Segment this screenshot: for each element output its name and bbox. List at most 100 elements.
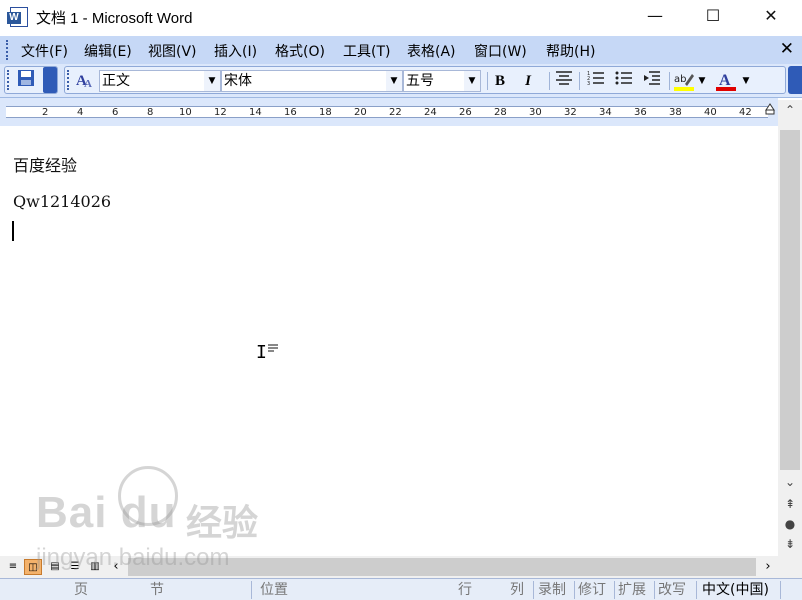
- menu-format[interactable]: 格式(O): [275, 41, 325, 61]
- formatting-grip[interactable]: [67, 70, 70, 90]
- formatting-toolbar-strip: AA 正文 ▼ 宋体 ▼ 五号 ▼ B I 123 ab ▼ A ▼: [64, 66, 786, 94]
- ruler-number: 28: [494, 107, 507, 118]
- align-center-icon[interactable]: [553, 70, 575, 92]
- toolbar-grip[interactable]: [7, 70, 10, 90]
- status-section: 节: [150, 582, 164, 598]
- ruler-number: 34: [599, 107, 612, 118]
- ruler-number: 20: [354, 107, 367, 118]
- document-page[interactable]: 百度经验 Qw1214026 I: [0, 126, 778, 556]
- menu-file[interactable]: 文件(F): [21, 41, 68, 61]
- status-bar: 页 节 位置 行 列 录制 修订 扩展 改写 中文(中国): [0, 578, 802, 600]
- status-divider: [614, 581, 615, 599]
- menu-window[interactable]: 窗口(W): [474, 41, 527, 61]
- status-column: 列: [510, 582, 524, 598]
- horizontal-scrollbar[interactable]: ≡ ◫ ▤ ☰ ▥ ‹ ›: [0, 556, 802, 578]
- word-app-icon[interactable]: W: [7, 7, 28, 27]
- menubar-grip[interactable]: [6, 40, 9, 60]
- next-page-icon[interactable]: ⇟: [778, 534, 802, 554]
- scroll-right-arrow-icon[interactable]: ›: [760, 558, 776, 576]
- ruler-number: 36: [634, 107, 647, 118]
- italic-button[interactable]: I: [517, 70, 539, 92]
- menu-tools[interactable]: 工具(T): [343, 41, 390, 61]
- toolbar-separator: [579, 72, 580, 90]
- scroll-left-arrow-icon[interactable]: ‹: [108, 558, 124, 576]
- normal-view-icon[interactable]: ≡: [4, 559, 22, 575]
- document-line[interactable]: 百度经验: [13, 152, 77, 176]
- ruler-number: 16: [284, 107, 297, 118]
- font-dropdown[interactable]: 宋体 ▼: [221, 70, 403, 92]
- save-icon[interactable]: [15, 69, 37, 91]
- highlight-dropdown-chevron-icon[interactable]: ▼: [697, 70, 707, 92]
- horizontal-ruler[interactable]: 2 4 6 8 10 12 14 16 18 20 22 24 26 28 30…: [0, 98, 778, 126]
- ruler-number: 2: [42, 107, 49, 118]
- ruler-number: 40: [704, 107, 717, 118]
- decrease-indent-icon[interactable]: [641, 70, 663, 92]
- print-layout-view-icon[interactable]: ▤: [46, 559, 64, 575]
- close-document-button[interactable]: ✕: [780, 39, 794, 59]
- numbered-list-icon[interactable]: 123: [585, 70, 607, 92]
- web-layout-view-icon[interactable]: ◫: [24, 559, 42, 575]
- menu-help[interactable]: 帮助(H): [546, 41, 595, 61]
- scroll-down-arrow-icon[interactable]: ⌄: [778, 472, 802, 492]
- style-dropdown[interactable]: 正文 ▼: [99, 70, 221, 92]
- toolbar-options-chevron-icon[interactable]: [43, 67, 57, 93]
- svg-text:A: A: [719, 72, 731, 89]
- status-track-changes[interactable]: 修订: [578, 581, 606, 599]
- document-line[interactable]: Qw1214026: [13, 192, 111, 211]
- chevron-down-icon[interactable]: ▼: [464, 71, 480, 91]
- chevron-down-icon[interactable]: ▼: [204, 71, 220, 91]
- svg-text:A: A: [84, 78, 92, 90]
- title-bar: W 文档 1 - Microsoft Word — ☐ ✕: [0, 0, 802, 34]
- status-line: 行: [458, 582, 472, 598]
- ruler-number: 18: [319, 107, 332, 118]
- outline-view-icon[interactable]: ☰: [66, 559, 84, 575]
- ruler-track: 2 4 6 8 10 12 14 16 18 20 22 24 26 28 30…: [6, 106, 768, 118]
- status-extend[interactable]: 扩展: [618, 581, 646, 599]
- svg-text:3: 3: [587, 81, 590, 86]
- font-color-dropdown-chevron-icon[interactable]: ▼: [741, 70, 751, 92]
- ruler-number: 4: [77, 107, 84, 118]
- status-divider: [574, 581, 575, 599]
- ruler-number: 8: [147, 107, 154, 118]
- font-size-dropdown[interactable]: 五号 ▼: [403, 70, 481, 92]
- text-caret: [12, 221, 14, 241]
- font-value: 宋体: [224, 73, 252, 89]
- toolbar-separator: [487, 72, 488, 90]
- bold-button[interactable]: B: [489, 70, 511, 92]
- vertical-scroll-thumb[interactable]: [780, 130, 800, 470]
- menu-table[interactable]: 表格(A): [407, 41, 456, 61]
- status-language[interactable]: 中文(中国): [702, 581, 769, 599]
- chevron-down-icon[interactable]: ▼: [386, 71, 402, 91]
- ruler-number: 22: [389, 107, 402, 118]
- maximize-button[interactable]: ☐: [684, 0, 742, 34]
- toolbar-overflow-chevron-icon[interactable]: [788, 66, 802, 94]
- ruler-number: 32: [564, 107, 577, 118]
- styles-and-formatting-icon[interactable]: AA: [73, 70, 95, 92]
- status-divider: [533, 581, 534, 599]
- status-page: 页: [74, 582, 88, 598]
- font-size-value: 五号: [406, 73, 434, 89]
- menu-view[interactable]: 视图(V): [148, 41, 197, 61]
- status-position: 位置: [260, 582, 288, 598]
- ruler-number: 12: [214, 107, 227, 118]
- status-overtype[interactable]: 改写: [658, 581, 686, 599]
- close-window-button[interactable]: ✕: [742, 0, 800, 34]
- ruler-number: 6: [112, 107, 119, 118]
- ruler-number: 14: [249, 107, 262, 118]
- menu-edit[interactable]: 编辑(E): [84, 41, 132, 61]
- standard-toolbar-strip: [4, 66, 58, 94]
- select-browse-object-icon[interactable]: ●: [778, 514, 802, 534]
- scroll-up-arrow-icon[interactable]: ⌃: [778, 100, 802, 120]
- minimize-button[interactable]: —: [626, 0, 684, 34]
- word-logo-letter: W: [7, 12, 21, 24]
- status-record[interactable]: 录制: [538, 581, 566, 599]
- highlight-icon[interactable]: ab: [673, 70, 695, 92]
- bulleted-list-icon[interactable]: [613, 70, 635, 92]
- previous-page-icon[interactable]: ⇞: [778, 494, 802, 514]
- horizontal-scroll-thumb[interactable]: [128, 558, 756, 576]
- ruler-number: 24: [424, 107, 437, 118]
- menu-insert[interactable]: 插入(I): [214, 41, 257, 61]
- font-color-icon[interactable]: A: [715, 70, 737, 92]
- right-indent-marker-icon[interactable]: [762, 100, 778, 124]
- reading-layout-view-icon[interactable]: ▥: [86, 559, 104, 575]
